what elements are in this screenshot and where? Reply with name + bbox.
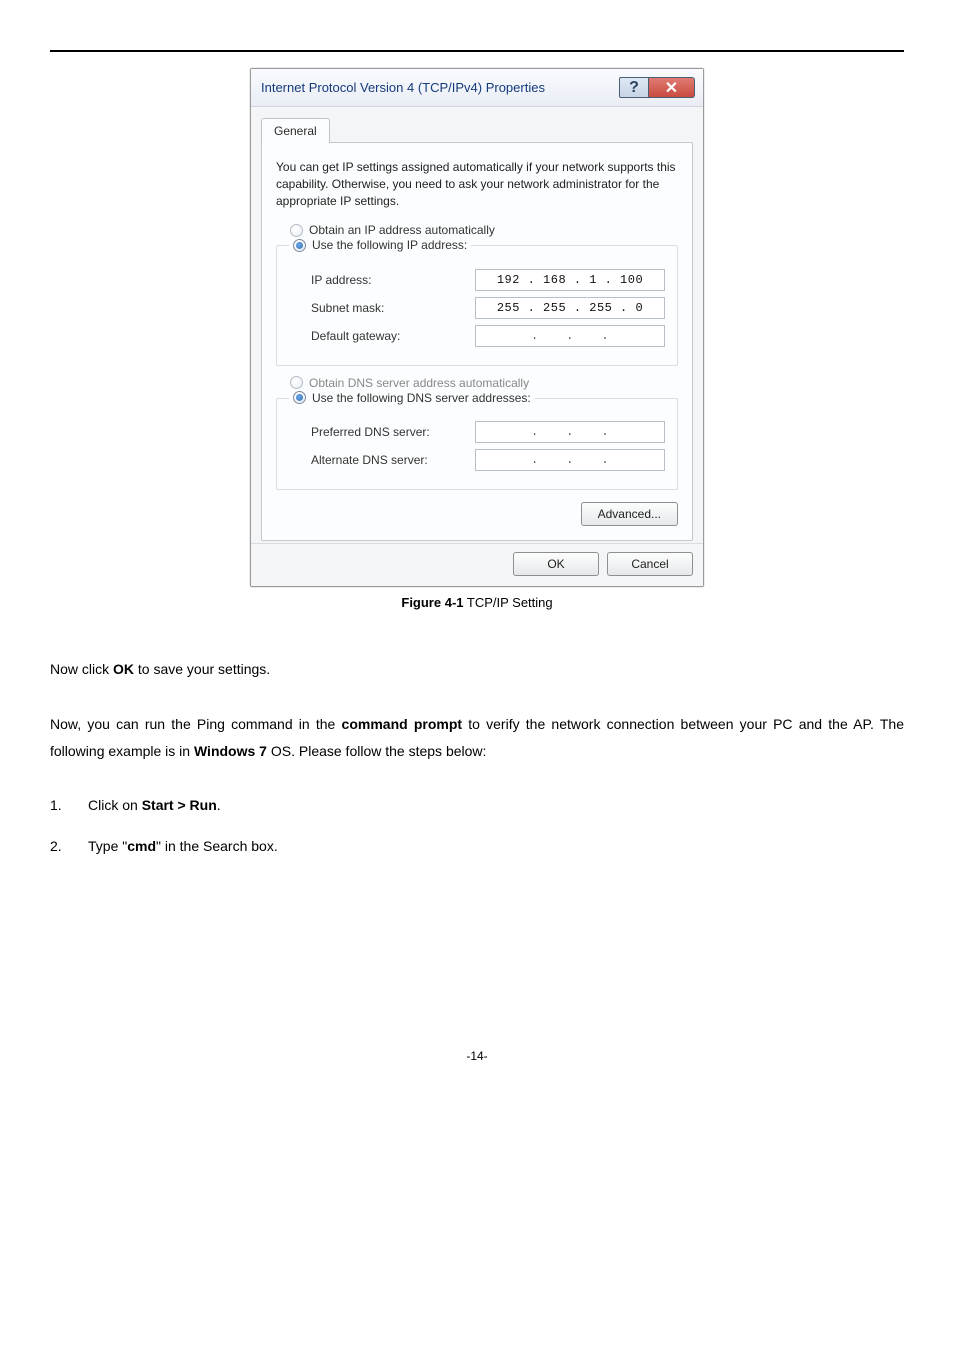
- help-icon[interactable]: ?: [619, 77, 649, 98]
- preferred-dns-label: Preferred DNS server:: [311, 425, 475, 439]
- ip-address-input[interactable]: 192 . 168 . 1 . 100: [475, 269, 665, 291]
- step-2: 2. Type "cmd" in the Search box.: [50, 833, 904, 860]
- radio-label: Obtain an IP address automatically: [309, 223, 495, 237]
- radio-label: Use the following DNS server addresses:: [312, 391, 531, 405]
- advanced-button[interactable]: Advanced...: [581, 502, 678, 526]
- radio-obtain-ip-auto[interactable]: Obtain an IP address automatically: [290, 223, 678, 237]
- preferred-dns-input[interactable]: ...: [475, 421, 665, 443]
- subnet-mask-value: 255 . 255 . 255 . 0: [497, 301, 643, 315]
- default-gateway-label: Default gateway:: [311, 329, 475, 343]
- close-icon[interactable]: ✕: [649, 77, 695, 98]
- tab-general[interactable]: General: [261, 118, 330, 143]
- dns-group: Use the following DNS server addresses: …: [276, 398, 678, 491]
- dialog-footer: OK Cancel: [251, 543, 703, 586]
- ok-button[interactable]: OK: [513, 552, 599, 576]
- alternate-dns-label: Alternate DNS server:: [311, 453, 475, 467]
- tab-panel-general: You can get IP settings assigned automat…: [261, 142, 693, 541]
- default-gateway-input[interactable]: ...: [475, 325, 665, 347]
- ip-address-value: 192 . 168 . 1 . 100: [497, 273, 643, 287]
- cancel-button[interactable]: Cancel: [607, 552, 693, 576]
- alternate-dns-input[interactable]: ...: [475, 449, 665, 471]
- description-text: You can get IP settings assigned automat…: [276, 159, 678, 209]
- radio-icon: [293, 391, 306, 404]
- document-body: Now click OK to save your settings. Now,…: [50, 656, 904, 859]
- step-1: 1. Click on Start > Run.: [50, 792, 904, 819]
- ip-address-group: Use the following IP address: IP address…: [276, 245, 678, 366]
- subnet-mask-label: Subnet mask:: [311, 301, 475, 315]
- figure-text: TCP/IP Setting: [464, 595, 553, 610]
- page-rule: [50, 50, 904, 52]
- radio-icon: [293, 239, 306, 252]
- subnet-mask-input[interactable]: 255 . 255 . 255 . 0: [475, 297, 665, 319]
- radio-icon: [290, 224, 303, 237]
- figure-number: Figure 4-1: [401, 595, 463, 610]
- ip-address-label: IP address:: [311, 273, 475, 287]
- radio-label: Obtain DNS server address automatically: [309, 376, 529, 390]
- radio-use-following-ip[interactable]: Use the following IP address:: [289, 238, 471, 252]
- dialog-titlebar: Internet Protocol Version 4 (TCP/IPv4) P…: [251, 69, 703, 107]
- radio-obtain-dns-auto: Obtain DNS server address automatically: [290, 376, 678, 390]
- paragraph-save: Now click OK to save your settings.: [50, 656, 904, 683]
- radio-icon: [290, 376, 303, 389]
- radio-label: Use the following IP address:: [312, 238, 467, 252]
- radio-use-following-dns[interactable]: Use the following DNS server addresses:: [289, 391, 535, 405]
- dialog-title: Internet Protocol Version 4 (TCP/IPv4) P…: [261, 80, 545, 95]
- page-number: -14-: [50, 1049, 904, 1083]
- figure-caption: Figure 4-1 TCP/IP Setting: [50, 595, 904, 610]
- ipv4-properties-dialog: Internet Protocol Version 4 (TCP/IPv4) P…: [250, 68, 704, 587]
- paragraph-ping: Now, you can run the Ping command in the…: [50, 711, 904, 764]
